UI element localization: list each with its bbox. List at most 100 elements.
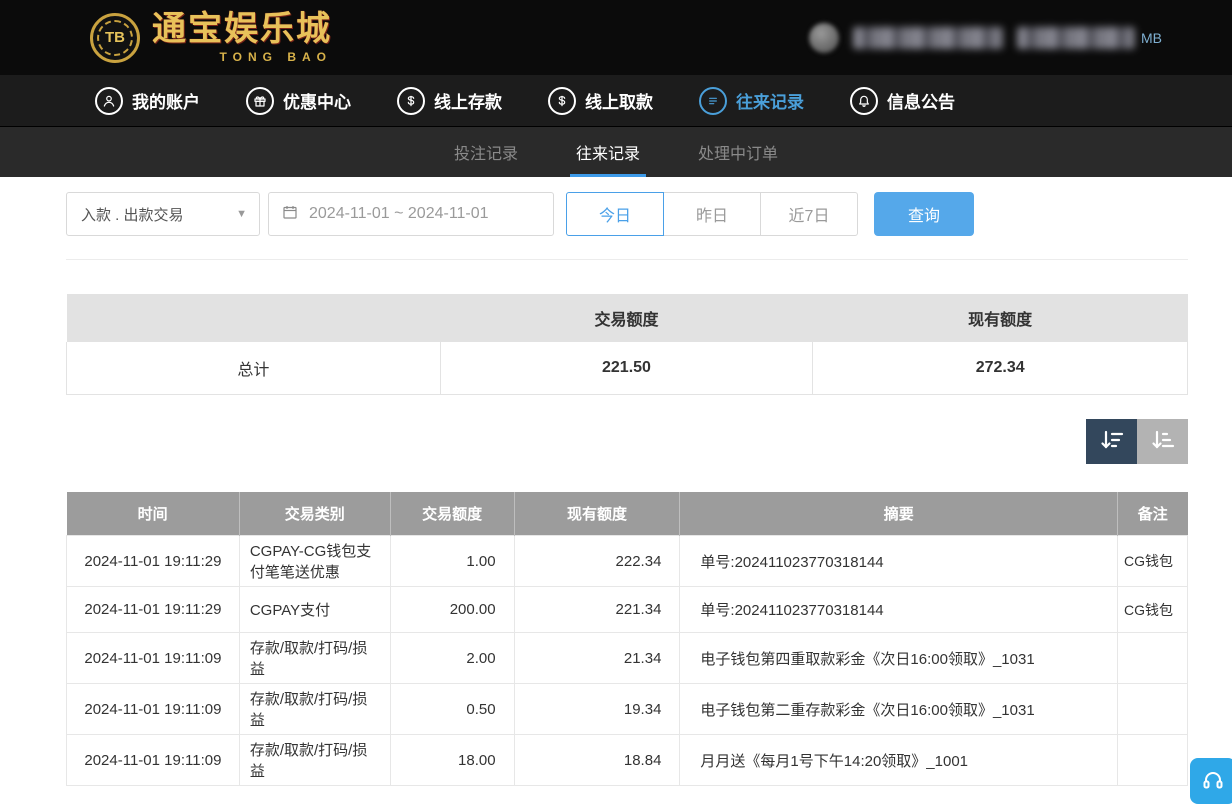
cell-balance: 222.34 <box>514 536 680 587</box>
divider <box>66 259 1188 260</box>
table-row: 2024-11-01 19:11:29 CGPAY支付 200.00 221.3… <box>67 587 1188 633</box>
table-body: 2024-11-01 19:11:29 CGPAY-CG钱包支付笔笔送优惠 1.… <box>67 536 1188 786</box>
cell-type: CGPAY支付 <box>239 587 390 633</box>
summary-header-empty <box>67 294 441 342</box>
bell-icon <box>850 87 878 115</box>
cell-amount: 2.00 <box>390 633 514 684</box>
main-nav: 我的账户 优惠中心 线上存款 线上取款 往来记录 信息公告 <box>0 75 1232 127</box>
transactions-table: 时间 交易类别 交易额度 现有额度 摘要 备注 2024-11-01 19:11… <box>66 492 1188 787</box>
cell-amount: 0.50 <box>390 684 514 735</box>
cell-summary: 单号:202411023770318144 <box>680 587 1118 633</box>
nav-item-online-withdraw[interactable]: 线上取款 <box>548 87 653 115</box>
quick-date-group: 今日 昨日 近7日 <box>566 192 858 236</box>
brand-logo: TB 通宝娱乐城 TONG BAO <box>90 13 332 63</box>
blurred-balance <box>1017 27 1135 49</box>
summary-row: 总计 221.50 272.34 <box>67 342 1188 394</box>
query-button[interactable]: 查询 <box>874 192 974 236</box>
tab-label: 往来记录 <box>576 140 640 164</box>
nav-item-online-deposit[interactable]: 线上存款 <box>397 87 502 115</box>
col-header-type: 交易类别 <box>239 492 390 536</box>
table-header-row: 时间 交易类别 交易额度 现有额度 摘要 备注 <box>67 492 1188 536</box>
summary-amount-total: 221.50 <box>440 342 813 394</box>
cell-summary: 单号:202411023770318144 <box>680 536 1118 587</box>
table-row: 2024-11-01 19:11:09 存款/取款/打码/损益 2.00 21.… <box>67 633 1188 684</box>
chevron-down-icon: ▼ <box>236 208 247 220</box>
cell-type: 存款/取款/打码/损益 <box>239 735 390 786</box>
deposit-coin-icon <box>397 87 425 115</box>
tab-transaction-records[interactable]: 往来记录 <box>562 127 654 177</box>
filter-bar: 入款 . 出款交易 ▼ 2024-11-01 ~ 2024-11-01 今日 昨… <box>66 191 1188 237</box>
nav-label: 线上存款 <box>434 88 502 113</box>
date-range-input[interactable]: 2024-11-01 ~ 2024-11-01 <box>268 192 554 236</box>
tab-betting-records[interactable]: 投注记录 <box>440 127 532 177</box>
cell-type: 存款/取款/打码/损益 <box>239 684 390 735</box>
table-row: 2024-11-01 19:11:09 存款/取款/打码/损益 0.50 19.… <box>67 684 1188 735</box>
cell-time: 2024-11-01 19:11:09 <box>67 633 240 684</box>
cell-amount: 200.00 <box>390 587 514 633</box>
tab-processing-orders[interactable]: 处理中订单 <box>684 127 792 177</box>
chip-label: TB <box>105 29 125 46</box>
col-header-amount: 交易额度 <box>390 492 514 536</box>
cell-note <box>1118 735 1188 786</box>
col-header-note: 备注 <box>1118 492 1188 536</box>
top-bar: TB 通宝娱乐城 TONG BAO MB <box>0 0 1232 75</box>
nav-item-my-account[interactable]: 我的账户 <box>95 87 200 115</box>
date-range-value: 2024-11-01 ~ 2024-11-01 <box>309 205 489 223</box>
sort-ascending-icon <box>1150 427 1176 456</box>
table-row: 2024-11-01 19:11:09 存款/取款/打码/损益 18.00 18… <box>67 735 1188 786</box>
brand-subtitle: TONG BAO <box>152 51 332 63</box>
summary-header-amount: 交易额度 <box>440 294 813 342</box>
avatar <box>809 23 839 53</box>
col-header-balance: 现有额度 <box>514 492 680 536</box>
calendar-icon <box>281 203 299 226</box>
cell-amount: 1.00 <box>390 536 514 587</box>
cell-type: 存款/取款/打码/损益 <box>239 633 390 684</box>
customer-service-button[interactable] <box>1190 758 1232 804</box>
nav-item-announcements[interactable]: 信息公告 <box>850 87 955 115</box>
cell-summary: 月月送《每月1号下午14:20领取》_1001 <box>680 735 1118 786</box>
cell-note <box>1118 684 1188 735</box>
user-icon <box>95 87 123 115</box>
cell-note: CG钱包 <box>1118 587 1188 633</box>
yesterday-button[interactable]: 昨日 <box>663 192 761 236</box>
type-select-value: 入款 . 出款交易 <box>81 204 184 225</box>
sub-nav: 投注记录 往来记录 处理中订单 <box>0 127 1232 177</box>
cell-time: 2024-11-01 19:11:09 <box>67 684 240 735</box>
tab-label: 投注记录 <box>454 140 518 164</box>
last7days-button[interactable]: 近7日 <box>760 192 858 236</box>
summary-table: 交易额度 现有额度 总计 221.50 272.34 <box>66 294 1188 395</box>
nav-label: 线上取款 <box>585 88 653 113</box>
withdraw-coin-icon <box>548 87 576 115</box>
sort-descending-button[interactable] <box>1086 419 1137 464</box>
user-info: MB <box>809 23 1162 53</box>
nav-label: 信息公告 <box>887 88 955 113</box>
headset-icon <box>1201 769 1225 793</box>
cell-note: CG钱包 <box>1118 536 1188 587</box>
poker-chip-icon: TB <box>90 13 140 63</box>
sort-descending-icon <box>1099 427 1125 456</box>
nav-item-transaction-records[interactable]: 往来记录 <box>699 87 804 115</box>
nav-item-promotions[interactable]: 优惠中心 <box>246 87 351 115</box>
nav-label: 我的账户 <box>132 88 200 113</box>
cell-amount: 18.00 <box>390 735 514 786</box>
summary-header-balance: 现有额度 <box>813 294 1188 342</box>
col-header-summary: 摘要 <box>680 492 1118 536</box>
today-button[interactable]: 今日 <box>566 192 664 236</box>
cell-balance: 221.34 <box>514 587 680 633</box>
cell-balance: 19.34 <box>514 684 680 735</box>
cell-time: 2024-11-01 19:11:09 <box>67 735 240 786</box>
transaction-type-select[interactable]: 入款 . 出款交易 ▼ <box>66 192 260 236</box>
cell-type: CGPAY-CG钱包支付笔笔送优惠 <box>239 536 390 587</box>
cell-time: 2024-11-01 19:11:29 <box>67 587 240 633</box>
summary-balance-total: 272.34 <box>813 342 1188 394</box>
balance-currency-suffix: MB <box>1141 30 1162 46</box>
main-content: 入款 . 出款交易 ▼ 2024-11-01 ~ 2024-11-01 今日 昨… <box>66 191 1188 786</box>
table-row: 2024-11-01 19:11:29 CGPAY-CG钱包支付笔笔送优惠 1.… <box>67 536 1188 587</box>
cell-balance: 21.34 <box>514 633 680 684</box>
sort-controls <box>66 419 1188 464</box>
brand-title: 通宝娱乐城 <box>152 13 332 47</box>
col-header-time: 时间 <box>67 492 240 536</box>
sort-ascending-button[interactable] <box>1137 419 1188 464</box>
cell-summary: 电子钱包第四重取款彩金《次日16:00领取》_1031 <box>680 633 1118 684</box>
records-icon <box>699 87 727 115</box>
